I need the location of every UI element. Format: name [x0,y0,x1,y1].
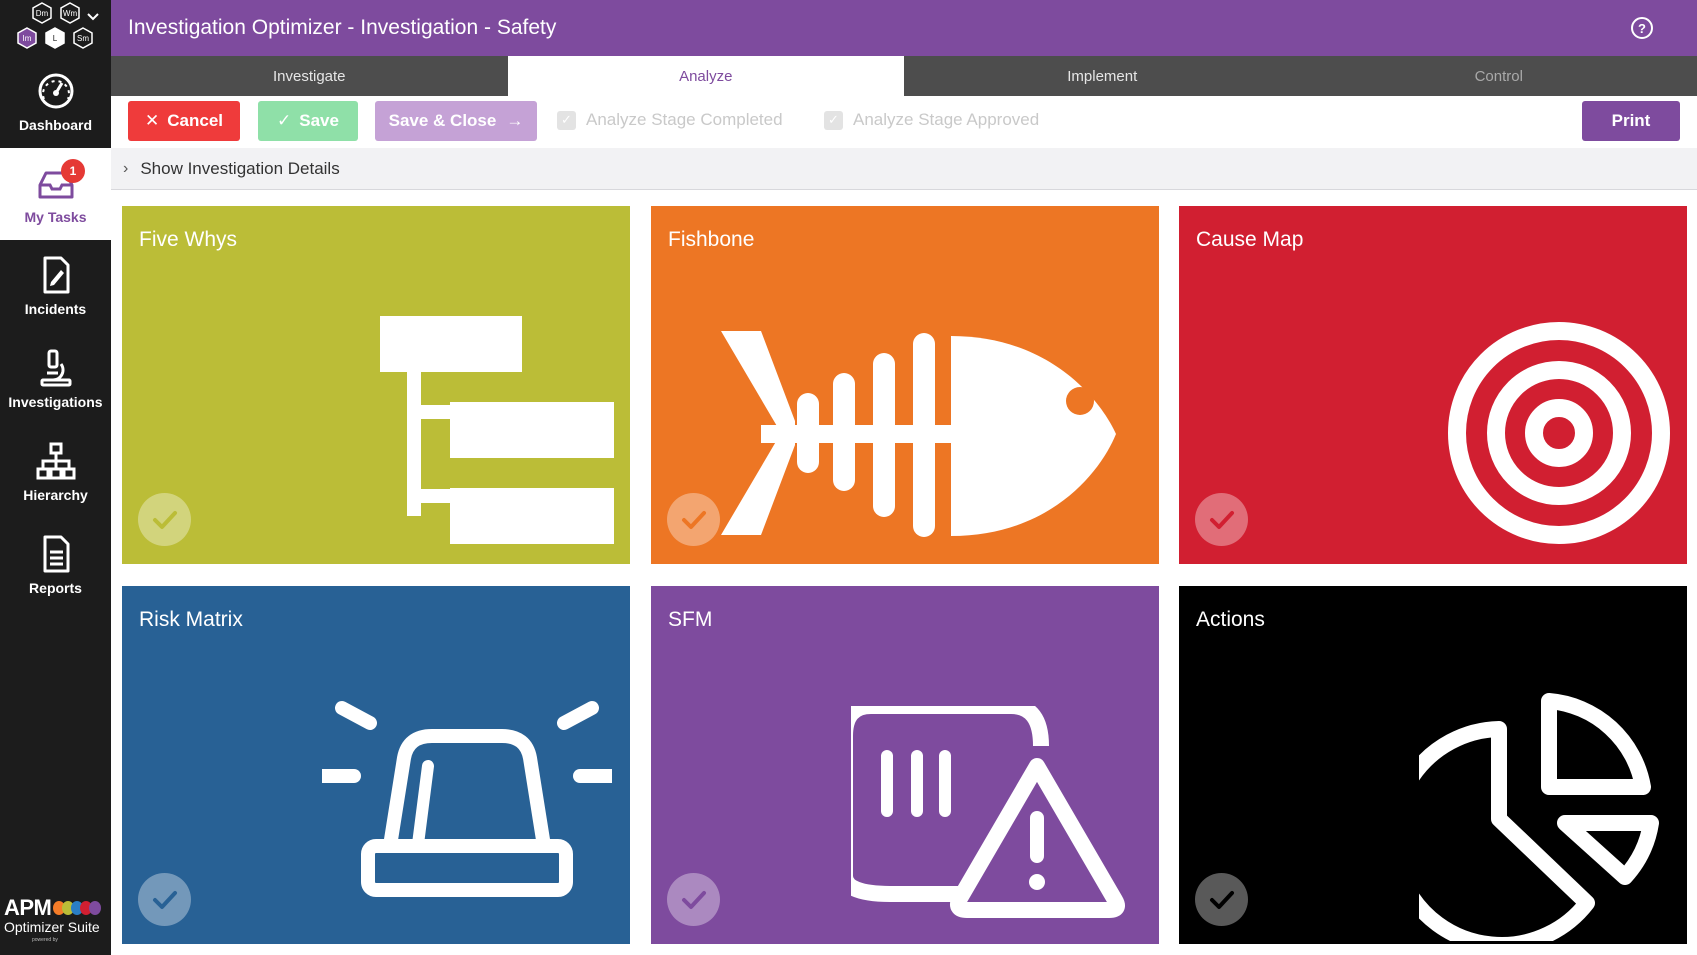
check-icon [1209,510,1234,529]
logo-hex-dm: Dm [36,9,49,18]
cancel-button[interactable]: ✕ Cancel [128,101,240,141]
action-toolbar: ✕ Cancel ✓ Save Save & Close → ✓ Analyze… [111,96,1697,148]
suite-logo[interactable]: Dm Wm Im L Sm [8,2,104,58]
tab-implement[interactable]: Implement [904,56,1301,96]
logo-hex-im: Im [23,34,32,43]
chevron-right-icon: › [123,159,129,177]
tile-status-check [1195,873,1248,926]
tab-investigate[interactable]: Investigate [111,56,508,96]
check-icon [681,890,706,909]
pie-chart-icon [1419,693,1659,941]
chevron-down-icon[interactable] [87,13,99,21]
apm-brand-logo: APM Optimizer Suite powered by [4,893,108,949]
brand-tiny-text: powered by [32,937,58,943]
check-icon [152,510,177,529]
check-icon [681,510,706,529]
app-header: Investigation Optimizer - Investigation … [111,0,1697,56]
report-document-icon [43,535,69,573]
analyze-stage-completed-label: Analyze Stage Completed [586,110,783,129]
arrow-right-icon: → [506,111,524,130]
sidebar-item-label: Dashboard [18,117,93,133]
sidebar-item-reports[interactable]: Reports [0,519,111,611]
save-button[interactable]: ✓ Save [258,101,358,141]
sidebar-item-label: Hierarchy [23,487,88,503]
sidebar: Dm Wm Im L Sm Dashboard My Tasks 1 Incid… [0,0,111,955]
tile-risk-matrix[interactable]: Risk Matrix [122,586,630,944]
tile-title: Fishbone [668,228,755,251]
sidebar-item-dashboard[interactable]: Dashboard [0,56,111,148]
tile-sfm[interactable]: SFM [651,586,1159,944]
tile-status-check [138,493,191,546]
tab-control[interactable]: Control [1301,56,1697,96]
logo-hex-sm: Sm [77,34,89,43]
tile-status-check [1195,493,1248,546]
sidebar-item-hierarchy[interactable]: Hierarchy [0,426,111,518]
investigation-details-toggle[interactable]: › Show Investigation Details [111,148,1697,190]
check-icon [1209,890,1234,909]
sidebar-item-label: Reports [29,580,82,596]
print-button[interactable]: Print [1582,101,1680,141]
sidebar-item-investigations[interactable]: Investigations [0,333,111,425]
details-toggle-label: Show Investigation Details [140,158,340,178]
app-root: Dm Wm Im L Sm Dashboard My Tasks 1 Incid… [0,0,1697,955]
siren-alarm-icon [322,701,612,897]
tab-analyze[interactable]: Analyze [507,56,904,96]
tile-title: Actions [1196,608,1265,631]
tile-status-check [138,873,191,926]
tile-cause-map[interactable]: Cause Map [1179,206,1687,564]
close-icon: ✕ [145,111,160,130]
page-title: Investigation Optimizer - Investigation … [128,16,557,39]
save-button-label: Save [299,111,339,130]
org-chart-icon [36,442,75,480]
sidebar-item-my-tasks[interactable]: My Tasks 1 [0,148,111,240]
brand-subtitle: Optimizer Suite [4,919,100,935]
checkbox-check-icon: ✓ [557,110,576,130]
save-and-close-label: Save & Close [388,111,497,130]
check-icon [152,890,177,909]
tile-actions[interactable]: Actions [1179,586,1687,944]
tile-title: SFM [668,608,713,631]
target-icon [1448,322,1670,544]
tile-five-whys[interactable]: Five Whys [122,206,630,564]
analyze-stage-approved-checkbox[interactable]: ✓ Analyze Stage Approved [824,110,1039,130]
report-warning-icon [851,706,1125,918]
brand-color-dots [53,901,101,915]
checkbox-check-icon: ✓ [824,110,843,130]
sidebar-item-incidents[interactable]: Incidents [0,240,111,332]
tile-title: Five Whys [139,228,238,251]
analyze-stage-approved-label: Analyze Stage Approved [853,110,1040,129]
help-icon[interactable]: ? [1631,17,1653,39]
document-edit-icon [43,256,69,294]
stage-tabs: Investigate Analyze Implement Control [111,56,1697,96]
tile-status-check [667,873,720,926]
tile-title: Risk Matrix [139,608,243,631]
logo-hex-wm: Wm [63,9,78,18]
logo-hex-l: L [53,34,58,43]
sidebar-item-label: Investigations [8,394,103,410]
sidebar-item-label: My Tasks [24,209,87,225]
save-and-close-button[interactable]: Save & Close → [375,101,537,141]
tile-status-check [667,493,720,546]
tasks-count-badge: 1 [61,159,85,183]
hierarchy-boxes-icon [380,316,614,544]
dashboard-gauge-icon [38,73,73,109]
cancel-button-label: Cancel [167,111,223,130]
brand-name: APM [4,895,52,920]
microscope-icon [40,349,71,387]
fish-skeleton-icon [721,331,1116,537]
analyze-stage-completed-checkbox[interactable]: ✓ Analyze Stage Completed [557,110,783,130]
sidebar-item-label: Incidents [24,301,87,317]
check-icon: ✓ [277,111,292,130]
tile-fishbone[interactable]: Fishbone [651,206,1159,564]
tile-title: Cause Map [1196,228,1304,251]
